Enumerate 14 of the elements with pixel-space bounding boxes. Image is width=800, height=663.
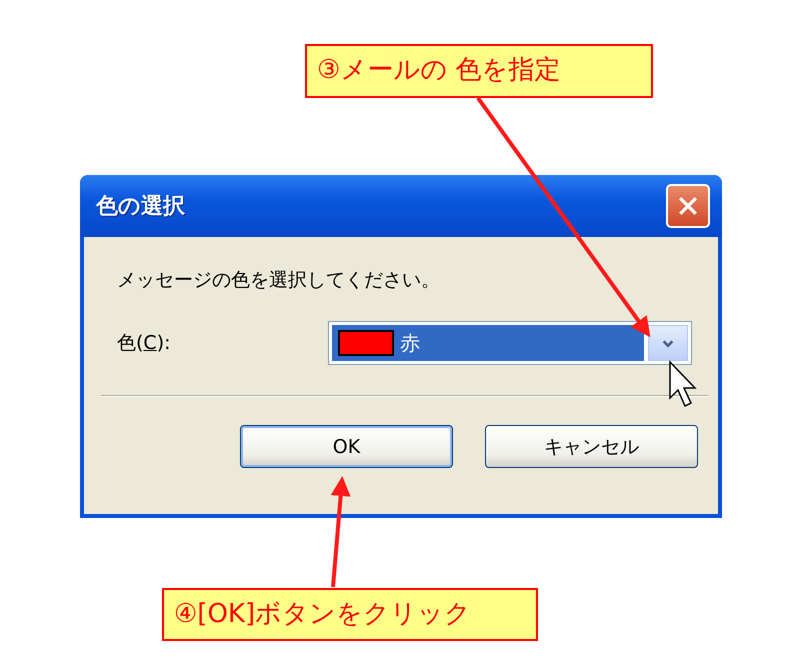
message-text: メッセージの色を選択してください。 [117,268,441,293]
callout-label: ④[OK]ボタンをクリック [162,588,538,641]
selected-value: 赤 [400,330,420,356]
window-title: 色の選択 [96,193,185,221]
dropdown-button[interactable] [648,325,688,361]
ok-button[interactable]: OK [240,425,453,468]
mouse-cursor-icon [669,360,697,408]
cancel-button[interactable]: キャンセル [485,425,698,468]
field-label: 色(C): [117,331,172,356]
close-icon [677,195,699,217]
chevron-down-icon [661,338,675,348]
close-button[interactable] [666,184,710,228]
callout-label: ③メールの 色を指定 [305,44,653,98]
color-dropdown[interactable]: 赤 [328,321,692,365]
